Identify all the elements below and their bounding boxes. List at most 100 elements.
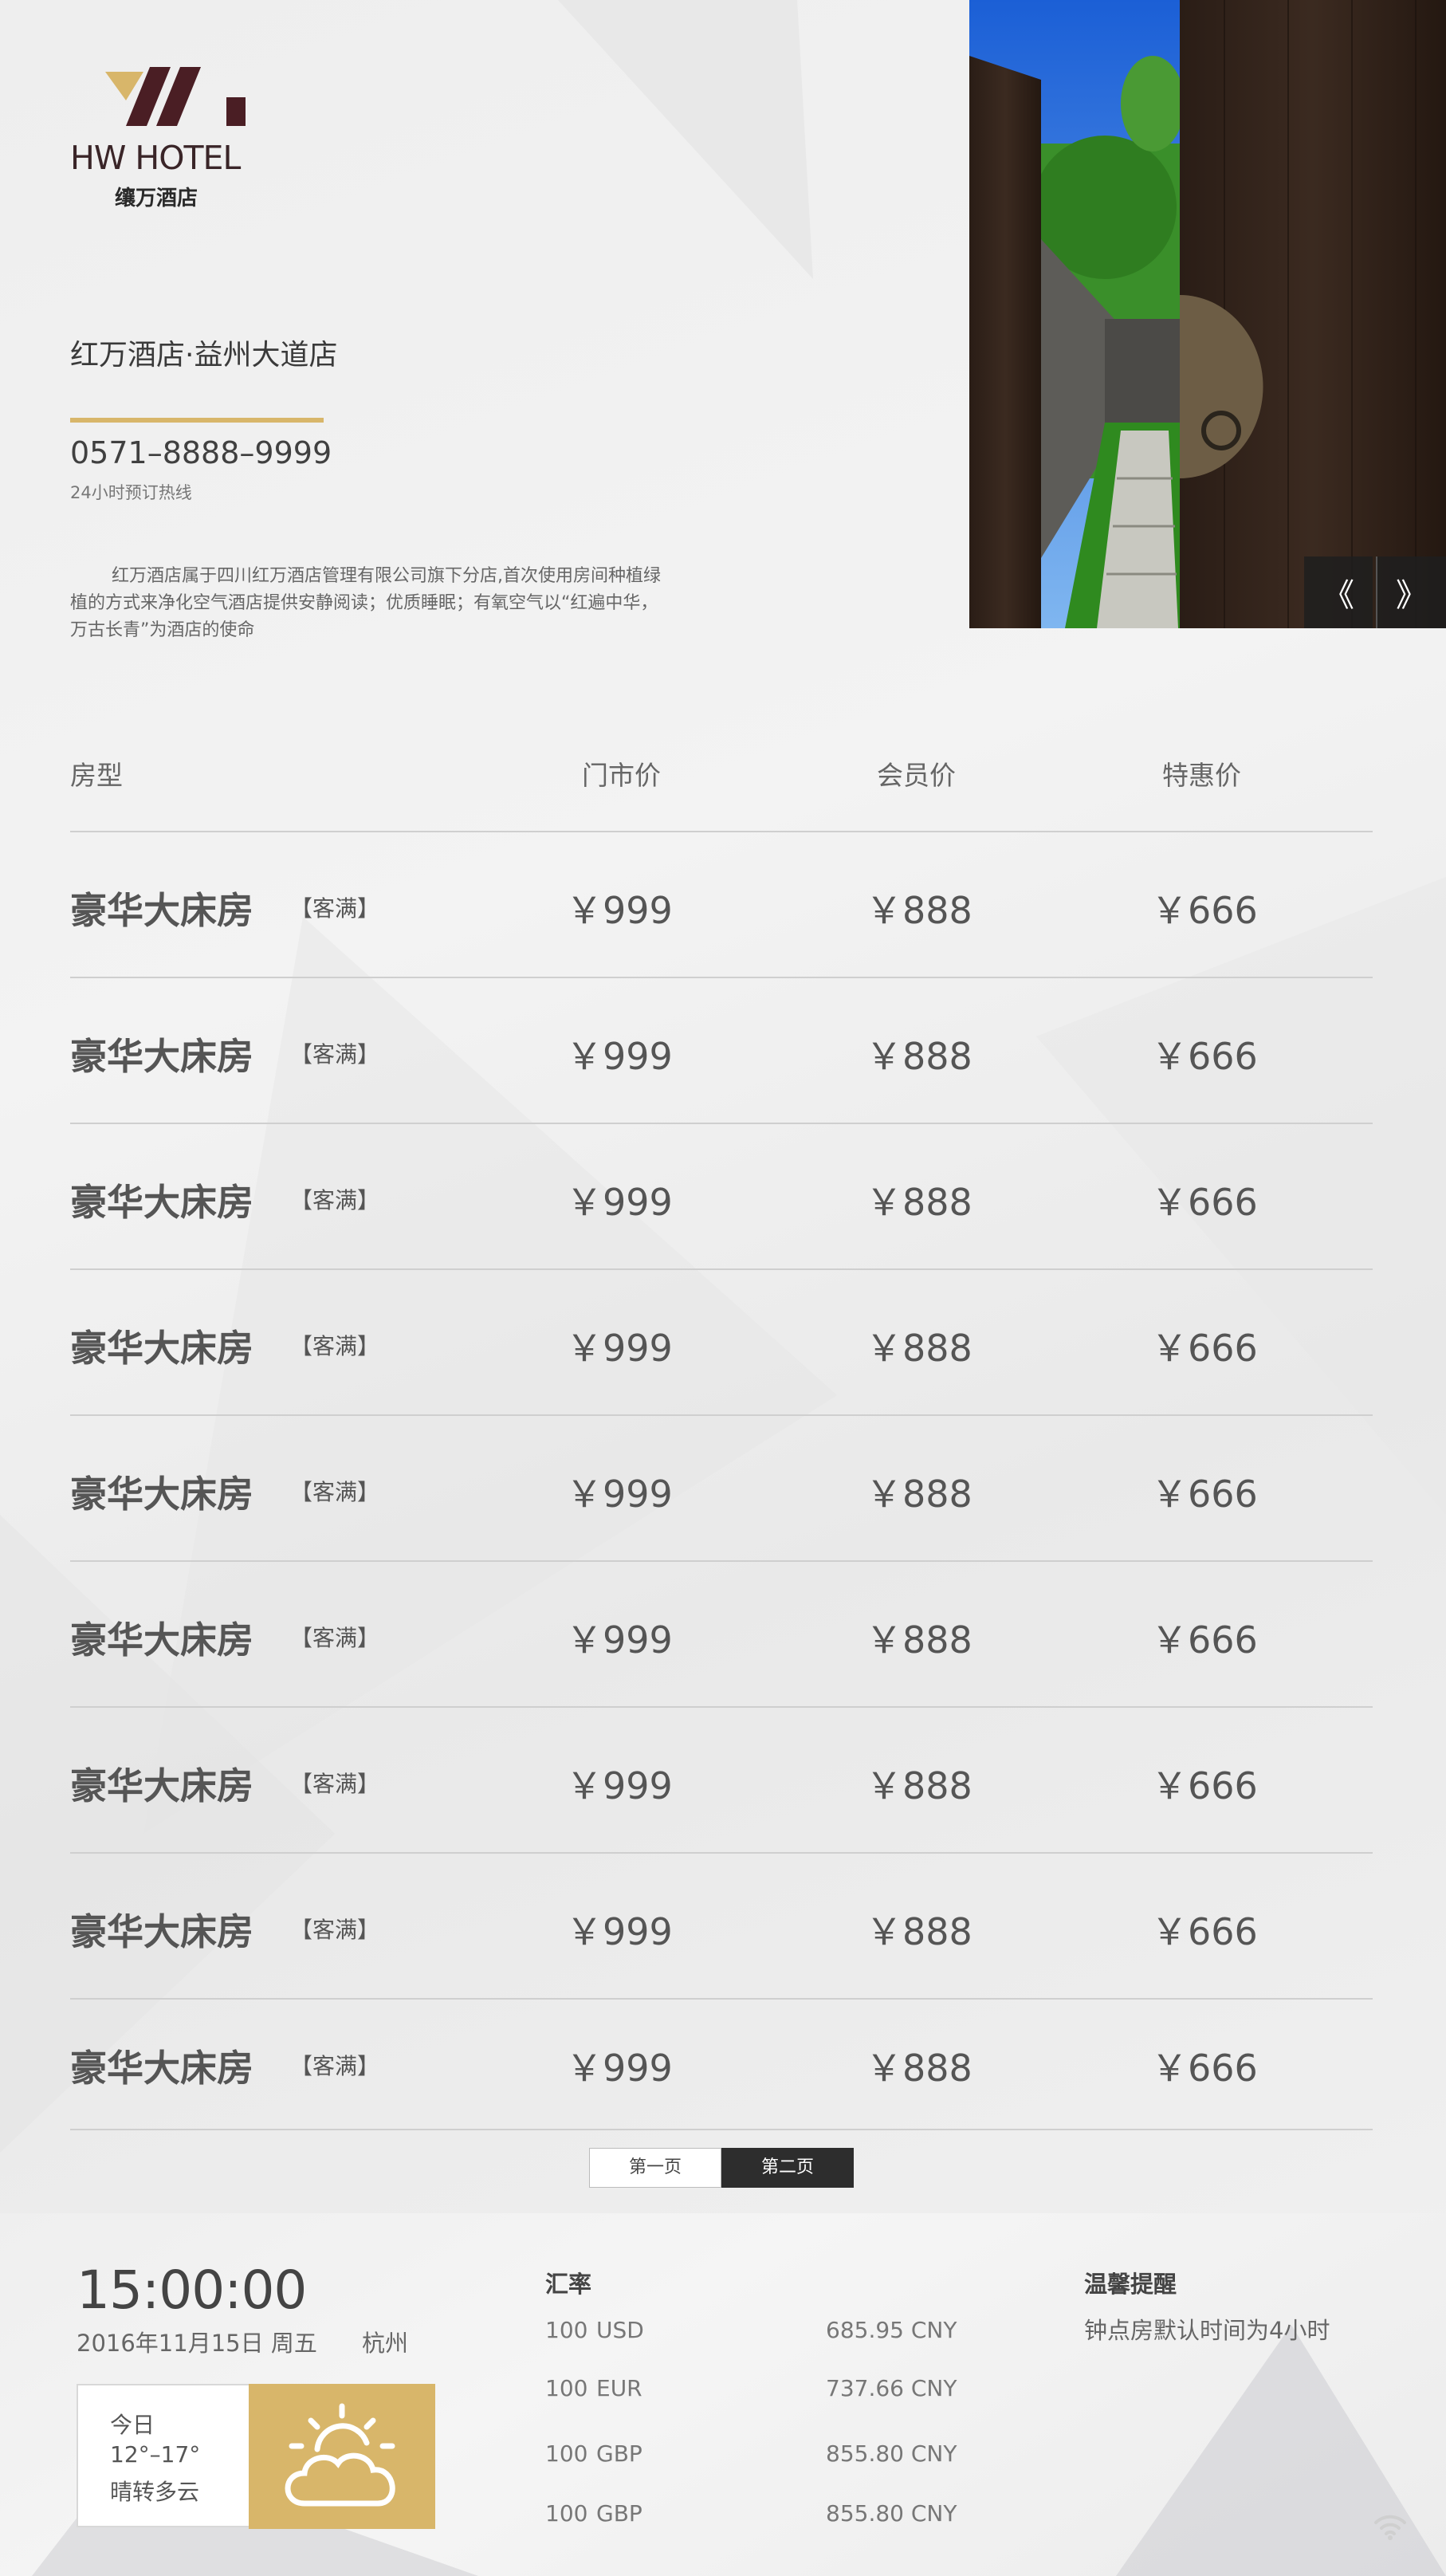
table-row[interactable]: 豪华大床房 【客满】 ￥999 ￥888 ￥666 [70, 1854, 1373, 2000]
room-status-tag: 【客满】 [290, 1479, 380, 1505]
room-status-tag: 【客满】 [290, 2053, 380, 2079]
carousel-prev-button[interactable]: 《 [1304, 556, 1373, 628]
retail-price: ￥999 [566, 889, 673, 932]
exchange-rate-row: 100 GBP 855.80 CNY [545, 2500, 957, 2527]
wifi-icon [1374, 2515, 1406, 2540]
hotel-photo [969, 0, 1446, 628]
member-price: ￥888 [866, 1327, 973, 1370]
fx-amount: 100 [545, 2375, 588, 2401]
fx-currency: GBP [596, 2440, 642, 2467]
member-price: ￥888 [866, 889, 973, 932]
table-row[interactable]: 豪华大床房 【客满】 ￥999 ￥888 ￥666 [70, 1416, 1373, 1562]
retail-price: ￥999 [566, 1473, 673, 1516]
page-2-button[interactable]: 第二页 [721, 2148, 854, 2188]
date: 2016年11月15日 周五 [77, 2330, 317, 2357]
hotel-name: 红万酒店·益州大道店 [70, 339, 338, 372]
info-footer: 15:00:00 2016年11月15日 周五 杭州 今日 12°–17° 晴转… [0, 2213, 1446, 2576]
member-price: ￥888 [866, 1181, 973, 1224]
retail-price: ￥999 [566, 1618, 673, 1662]
fx-currency: EUR [596, 2375, 642, 2401]
pagination: 第一页 第二页 [589, 2148, 854, 2188]
tip-text: 钟点房默认时间为4小时 [1084, 2317, 1330, 2344]
special-price: ￥666 [1151, 1181, 1258, 1224]
retail-price: ￥999 [566, 1764, 673, 1807]
room-type: 豪华大床房 [70, 1473, 253, 1516]
retail-price: ￥999 [566, 1181, 673, 1224]
member-price: ￥888 [866, 1910, 973, 1953]
special-price: ￥666 [1151, 1764, 1258, 1807]
divider [70, 418, 324, 423]
clock: 15:00:00 [77, 2259, 307, 2321]
room-type: 豪华大床房 [70, 1764, 253, 1807]
exchange-rate-row: 100 GBP 855.80 CNY [545, 2440, 957, 2467]
fx-value: 685.95 CNY [826, 2317, 957, 2343]
phone-number[interactable]: 0571–8888–9999 [70, 435, 332, 470]
fx-amount: 100 [545, 2500, 588, 2527]
logo-brand-text: HW HOTEL [70, 139, 241, 177]
table-row[interactable]: 豪华大床房 【客满】 ￥999 ￥888 ￥666 [70, 832, 1373, 978]
retail-price: ￥999 [566, 1327, 673, 1370]
header-retail-price: 门市价 [582, 760, 661, 791]
table-row[interactable]: 豪华大床房 【客满】 ￥999 ￥888 ￥666 [70, 2000, 1373, 2130]
weather-today-label: 今日 [110, 2412, 155, 2438]
table-header: 房型 门市价 会员价 特惠价 [70, 726, 1373, 832]
member-price: ￥888 [866, 1035, 973, 1078]
room-status-tag: 【客满】 [290, 1771, 380, 1797]
fx-amount: 100 [545, 2440, 588, 2467]
room-status-tag: 【客满】 [290, 1187, 380, 1213]
table-row[interactable]: 豪华大床房 【客满】 ￥999 ￥888 ￥666 [70, 978, 1373, 1124]
room-type: 豪华大床房 [70, 1327, 253, 1370]
room-type: 豪华大床房 [70, 1910, 253, 1953]
logo-mark-icon [105, 67, 246, 126]
room-status-tag: 【客满】 [290, 1041, 380, 1068]
hotel-logo: HW HOTEL 𬙋万酒店 [70, 65, 261, 217]
tip-title: 温馨提醒 [1084, 2271, 1177, 2298]
room-status-tag: 【客满】 [290, 895, 380, 922]
exchange-rate-row: 100 USD 685.95 CNY [545, 2317, 957, 2343]
weather-card: 今日 12°–17° 晴转多云 [77, 2384, 435, 2529]
page-1-button[interactable]: 第一页 [589, 2148, 721, 2188]
logo-sub-text: 𬙋万酒店 [115, 187, 198, 210]
weather-temp: 12°–17° [110, 2441, 201, 2468]
member-price: ￥888 [866, 2047, 973, 2090]
room-status-tag: 【客满】 [290, 1333, 380, 1359]
weather-icon-box [249, 2384, 435, 2529]
city: 杭州 [362, 2330, 409, 2357]
fx-currency: GBP [596, 2500, 642, 2527]
table-row[interactable]: 豪华大床房 【客满】 ￥999 ￥888 ￥666 [70, 1708, 1373, 1854]
special-price: ￥666 [1151, 1618, 1258, 1662]
special-price: ￥666 [1151, 2047, 1258, 2090]
partly-cloudy-icon [285, 2403, 395, 2507]
special-price: ￥666 [1151, 1327, 1258, 1370]
hotline-label: 24小时预订热线 [70, 483, 192, 502]
fx-value: 737.66 CNY [826, 2375, 957, 2401]
fx-amount: 100 [545, 2317, 588, 2343]
header-member-price: 会员价 [877, 760, 956, 791]
room-type: 豪华大床房 [70, 2047, 253, 2090]
fx-currency: USD [596, 2317, 644, 2343]
exchange-rate-row: 100 EUR 737.66 CNY [545, 2375, 957, 2401]
special-price: ￥666 [1151, 889, 1258, 932]
special-price: ￥666 [1151, 1910, 1258, 1953]
header-special-price: 特惠价 [1162, 760, 1241, 791]
room-status-tag: 【客满】 [290, 1625, 380, 1651]
weather-desc: 晴转多云 [110, 2479, 200, 2505]
fx-value: 855.80 CNY [826, 2500, 957, 2527]
room-type: 豪华大床房 [70, 1035, 253, 1078]
table-row[interactable]: 豪华大床房 【客满】 ￥999 ￥888 ￥666 [70, 1270, 1373, 1416]
exchange-rate-title: 汇率 [545, 2271, 592, 2298]
member-price: ￥888 [866, 1618, 973, 1662]
room-price-table: 房型 门市价 会员价 特惠价 豪华大床房 【客满】 ￥999 ￥888 ￥666 豪华大床… [70, 726, 1373, 2130]
carousel-next-button[interactable]: 》 [1376, 556, 1446, 628]
member-price: ￥888 [866, 1764, 973, 1807]
retail-price: ￥999 [566, 1035, 673, 1078]
room-status-tag: 【客满】 [290, 1917, 380, 1943]
room-type: 豪华大床房 [70, 889, 253, 932]
hotel-description: 红万酒店属于四川红万酒店管理有限公司旗下分店,首次使用房间种植绿植的方式来净化空… [70, 566, 661, 640]
special-price: ￥666 [1151, 1035, 1258, 1078]
member-price: ￥888 [866, 1473, 973, 1516]
table-row[interactable]: 豪华大床房 【客满】 ￥999 ￥888 ￥666 [70, 1124, 1373, 1270]
table-row[interactable]: 豪华大床房 【客满】 ￥999 ￥888 ￥666 [70, 1562, 1373, 1708]
retail-price: ￥999 [566, 1910, 673, 1953]
header-room-type: 房型 [70, 760, 123, 791]
